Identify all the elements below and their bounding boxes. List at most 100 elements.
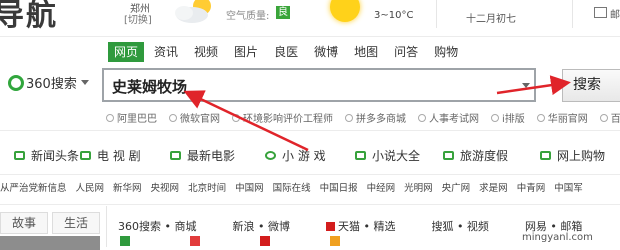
- divider: [0, 174, 620, 175]
- site-link[interactable]: 央广网: [442, 180, 471, 194]
- category-label: 网上购物: [557, 149, 606, 163]
- air-quality-label: 空气质量:: [226, 11, 270, 22]
- category-link[interactable]: 电 视 剧: [80, 147, 141, 164]
- tab-4[interactable]: 良医: [268, 42, 304, 62]
- watermark: mingyanl.com: [522, 232, 593, 243]
- search-engine-selector[interactable]: 360搜索: [8, 73, 89, 92]
- city-switch-link[interactable]: [切换]: [124, 11, 152, 26]
- site-link[interactable]: 中国军: [554, 180, 583, 194]
- portal-link[interactable]: 天猫 • 精选: [325, 218, 395, 234]
- portal-icons: [120, 236, 400, 246]
- category-label: 旅游度假: [460, 149, 509, 163]
- category-label: 最新电影: [187, 149, 236, 163]
- portal-link[interactable]: 新浪 • 微博: [232, 218, 289, 234]
- portal-link[interactable]: 360搜索 • 商城: [118, 218, 196, 234]
- site-link[interactable]: 新华网: [113, 180, 142, 194]
- mail-icon[interactable]: [594, 7, 607, 18]
- site-link[interactable]: 从严治党新信息: [0, 180, 67, 194]
- hot-search-label: i排版: [502, 114, 525, 125]
- site-link[interactable]: 求是网: [479, 180, 508, 194]
- portal-link-label: 搜狐 • 视频: [431, 220, 489, 233]
- hot-search-links: 阿里巴巴 微软官网 环境影响评价工程师 拼多多商城 人事考试网 i排版 华丽官网 百度: [106, 110, 620, 125]
- site-link[interactable]: 中经网: [367, 180, 396, 194]
- site-icon: [190, 236, 200, 246]
- chevron-down-icon: [80, 80, 89, 85]
- tab-5[interactable]: 微博: [308, 42, 344, 62]
- search-type-tabs: 网页 资讯 视频 图片 良医 微博 地图 问答 购物: [108, 42, 468, 62]
- site-link[interactable]: 北京时间: [188, 180, 226, 194]
- hot-search-link[interactable]: i排版: [491, 110, 525, 125]
- category-link[interactable]: 小 游 戏: [265, 147, 326, 164]
- category-label: 电 视 剧: [97, 149, 141, 163]
- site-icon: [260, 236, 270, 246]
- hot-search-link[interactable]: 百度: [599, 110, 620, 125]
- divider: [436, 0, 437, 28]
- divider: [0, 36, 620, 37]
- portal-link-label: 360搜索 • 商城: [118, 220, 197, 233]
- tab-0[interactable]: 网页: [108, 42, 145, 62]
- dot-icon: [418, 114, 426, 122]
- search-engine-name: 360搜索: [26, 77, 77, 92]
- tab-7[interactable]: 问答: [388, 42, 424, 62]
- category-link[interactable]: 最新电影: [170, 147, 235, 164]
- site-link[interactable]: 国际在线: [273, 180, 311, 194]
- category-link[interactable]: 新闻头条: [14, 147, 79, 164]
- divider: [0, 130, 620, 131]
- hot-search-label: 拼多多商城: [356, 114, 406, 125]
- dot-icon: [345, 114, 353, 122]
- site-link[interactable]: 中青网: [517, 180, 546, 194]
- site-link[interactable]: 光明网: [404, 180, 433, 194]
- top-bar: [0, 0, 620, 36]
- dot-icon: [232, 114, 240, 122]
- category-link[interactable]: 旅游度假: [443, 147, 508, 164]
- site-link[interactable]: 人民网: [76, 180, 105, 194]
- hot-search-link[interactable]: 华丽官网: [536, 110, 588, 125]
- category-icon: [443, 151, 454, 160]
- hot-search-link[interactable]: 阿里巴巴: [106, 110, 157, 125]
- hot-search-link[interactable]: 环境影响评价工程师: [232, 110, 333, 125]
- 360-logo-icon: [8, 74, 24, 91]
- category-icon: [540, 151, 551, 160]
- category-icon: [80, 151, 91, 160]
- divider: [106, 206, 107, 247]
- hot-search-link[interactable]: 人事考试网: [418, 110, 479, 125]
- category-label: 小 游 戏: [282, 149, 326, 163]
- hot-search-link[interactable]: 拼多多商城: [345, 110, 406, 125]
- dot-icon: [536, 114, 545, 122]
- lunar-date: 十二月初七: [466, 14, 516, 25]
- chevron-down-icon[interactable]: [522, 83, 530, 88]
- tab-3[interactable]: 图片: [228, 42, 264, 62]
- air-quality-badge: 良: [276, 6, 290, 19]
- category-link[interactable]: 网上购物: [540, 147, 605, 164]
- portal-link[interactable]: 搜狐 • 视频: [431, 218, 488, 234]
- site-logo[interactable]: 导航: [0, 0, 58, 34]
- site-links: 从严治党新信息 人民网 新华网 央视网 北京时间 中国网 国际在线 中国日报 中经网 光明网 央广网…: [0, 180, 592, 194]
- mail-label[interactable]: 邮: [610, 6, 620, 21]
- site-link[interactable]: 央视网: [151, 180, 180, 194]
- tab-6[interactable]: 地图: [348, 42, 384, 62]
- hot-search-label: 微软官网: [180, 114, 220, 125]
- site-icon: [330, 236, 340, 246]
- side-tab[interactable]: 生活: [52, 212, 100, 234]
- search-input[interactable]: [112, 76, 492, 96]
- category-icon: [14, 151, 25, 160]
- side-tabs: 故事 生活: [0, 212, 104, 234]
- search-box[interactable]: [102, 68, 536, 102]
- search-button[interactable]: 搜索: [562, 69, 620, 102]
- category-label: 新闻头条: [31, 149, 80, 163]
- hot-search-link[interactable]: 微软官网: [169, 110, 220, 125]
- portal-link-label: 新浪 • 微博: [232, 220, 290, 233]
- category-icon: [355, 151, 366, 160]
- site-link[interactable]: 中国日报: [320, 180, 358, 194]
- dot-icon: [169, 114, 177, 122]
- hot-search-label: 环境影响评价工程师: [243, 114, 333, 125]
- category-link[interactable]: 小说大全: [355, 147, 420, 164]
- tab-1[interactable]: 资讯: [148, 42, 184, 62]
- category-icon: [265, 151, 276, 160]
- tab-2[interactable]: 视频: [188, 42, 224, 62]
- side-tab[interactable]: 故事: [0, 212, 48, 234]
- tab-8[interactable]: 购物: [428, 42, 464, 62]
- thumbnail-image[interactable]: [0, 236, 100, 250]
- dot-icon: [106, 114, 114, 122]
- site-link[interactable]: 中国网: [235, 180, 264, 194]
